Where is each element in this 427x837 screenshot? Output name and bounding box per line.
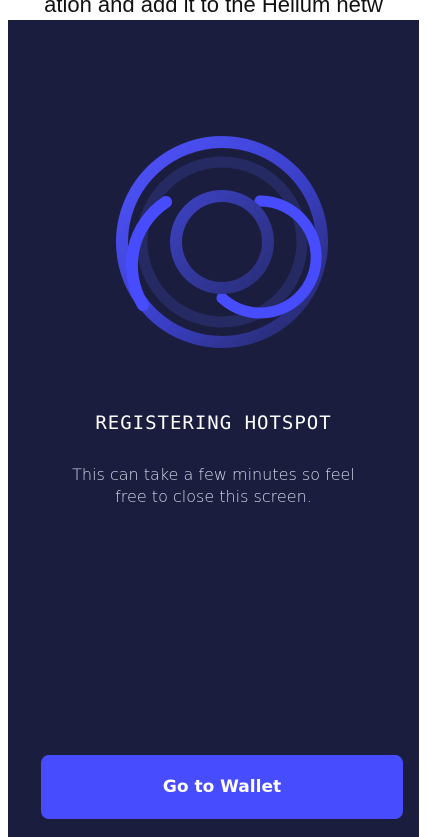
inner-ring [170, 190, 274, 294]
registering-hotspot-screen: REGISTERING HOTSPOT This can take a few … [8, 20, 419, 837]
instruction-text: ation and add it to the Helium netw [44, 0, 383, 17]
cropped-instruction-text: ation and add it to the Helium netw [0, 0, 427, 20]
status-message: This can take a few minutes so feel free… [72, 465, 355, 506]
concentric-spinner-icon [116, 136, 328, 348]
outer-ring [116, 136, 328, 348]
go-to-wallet-button[interactable]: Go to Wallet [41, 755, 403, 819]
status-title: REGISTERING HOTSPOT [95, 412, 332, 434]
